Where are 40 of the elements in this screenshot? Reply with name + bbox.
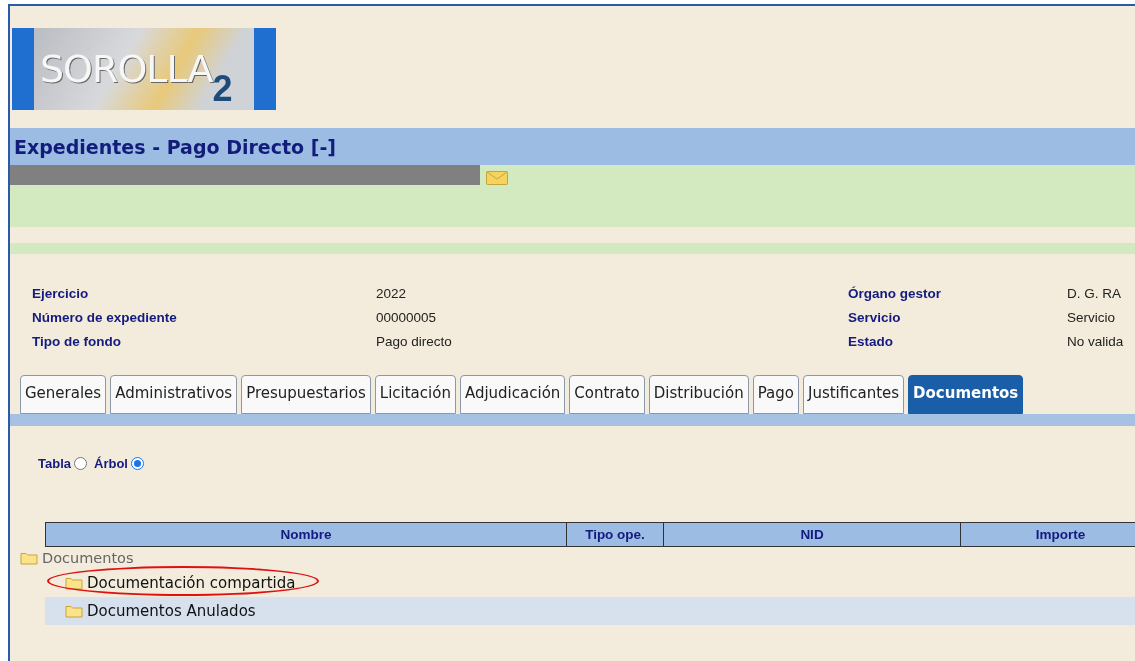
folder-icon bbox=[20, 551, 38, 565]
field-value: No valida bbox=[1067, 334, 1125, 349]
page-title: Expedientes - Pago Directo [-] bbox=[14, 135, 336, 158]
tab[interactable]: Presupuestarios bbox=[241, 375, 371, 414]
field-value: 2022 bbox=[376, 286, 408, 301]
column-header[interactable]: Importe bbox=[961, 523, 1135, 546]
logo-subscript: 2 bbox=[212, 68, 233, 110]
tree-item[interactable]: Documentos bbox=[20, 547, 1135, 569]
column-header[interactable]: NID bbox=[664, 523, 961, 546]
tree-label: Documentos bbox=[42, 550, 134, 566]
field-value: Pago directo bbox=[376, 334, 453, 349]
tab[interactable]: Justificantes bbox=[802, 375, 905, 414]
field-label: Órgano gestor bbox=[848, 286, 942, 301]
tree-label: Documentos Anulados bbox=[87, 602, 256, 620]
radio-button[interactable] bbox=[130, 457, 144, 470]
column-header[interactable]: Nombre bbox=[46, 523, 567, 546]
tab[interactable]: Administrativos bbox=[110, 375, 238, 414]
tab[interactable]: Pago bbox=[752, 375, 799, 414]
tab[interactable]: Licitación bbox=[374, 375, 456, 414]
tab[interactable]: Documentos bbox=[908, 375, 1024, 414]
radio-label: Tabla bbox=[38, 456, 71, 471]
field-label: Estado bbox=[848, 334, 894, 349]
folder-icon bbox=[65, 576, 83, 590]
radio-label: Árbol bbox=[94, 456, 128, 471]
tab[interactable]: Adjudicación bbox=[459, 375, 566, 414]
tab[interactable]: Contrato bbox=[569, 375, 645, 414]
field-label: Tipo de fondo bbox=[32, 334, 122, 349]
field-value: Servicio bbox=[1067, 310, 1116, 325]
tab[interactable]: Distribución bbox=[648, 375, 749, 414]
field-value: 00000005 bbox=[376, 310, 438, 325]
field-label: Número de expediente bbox=[32, 310, 178, 325]
radio-button[interactable] bbox=[74, 457, 87, 470]
field-label: Servicio bbox=[848, 310, 902, 325]
column-header[interactable]: Tipo ope. bbox=[567, 523, 664, 546]
folder-icon bbox=[65, 604, 83, 618]
field-value: D. G. RA bbox=[1067, 286, 1122, 301]
tree-item[interactable]: Documentos Anulados bbox=[45, 597, 1135, 625]
tree-label: Documentación compartida bbox=[87, 574, 296, 592]
tab[interactable]: Generales bbox=[20, 375, 107, 414]
field-label: Ejercicio bbox=[32, 286, 90, 301]
